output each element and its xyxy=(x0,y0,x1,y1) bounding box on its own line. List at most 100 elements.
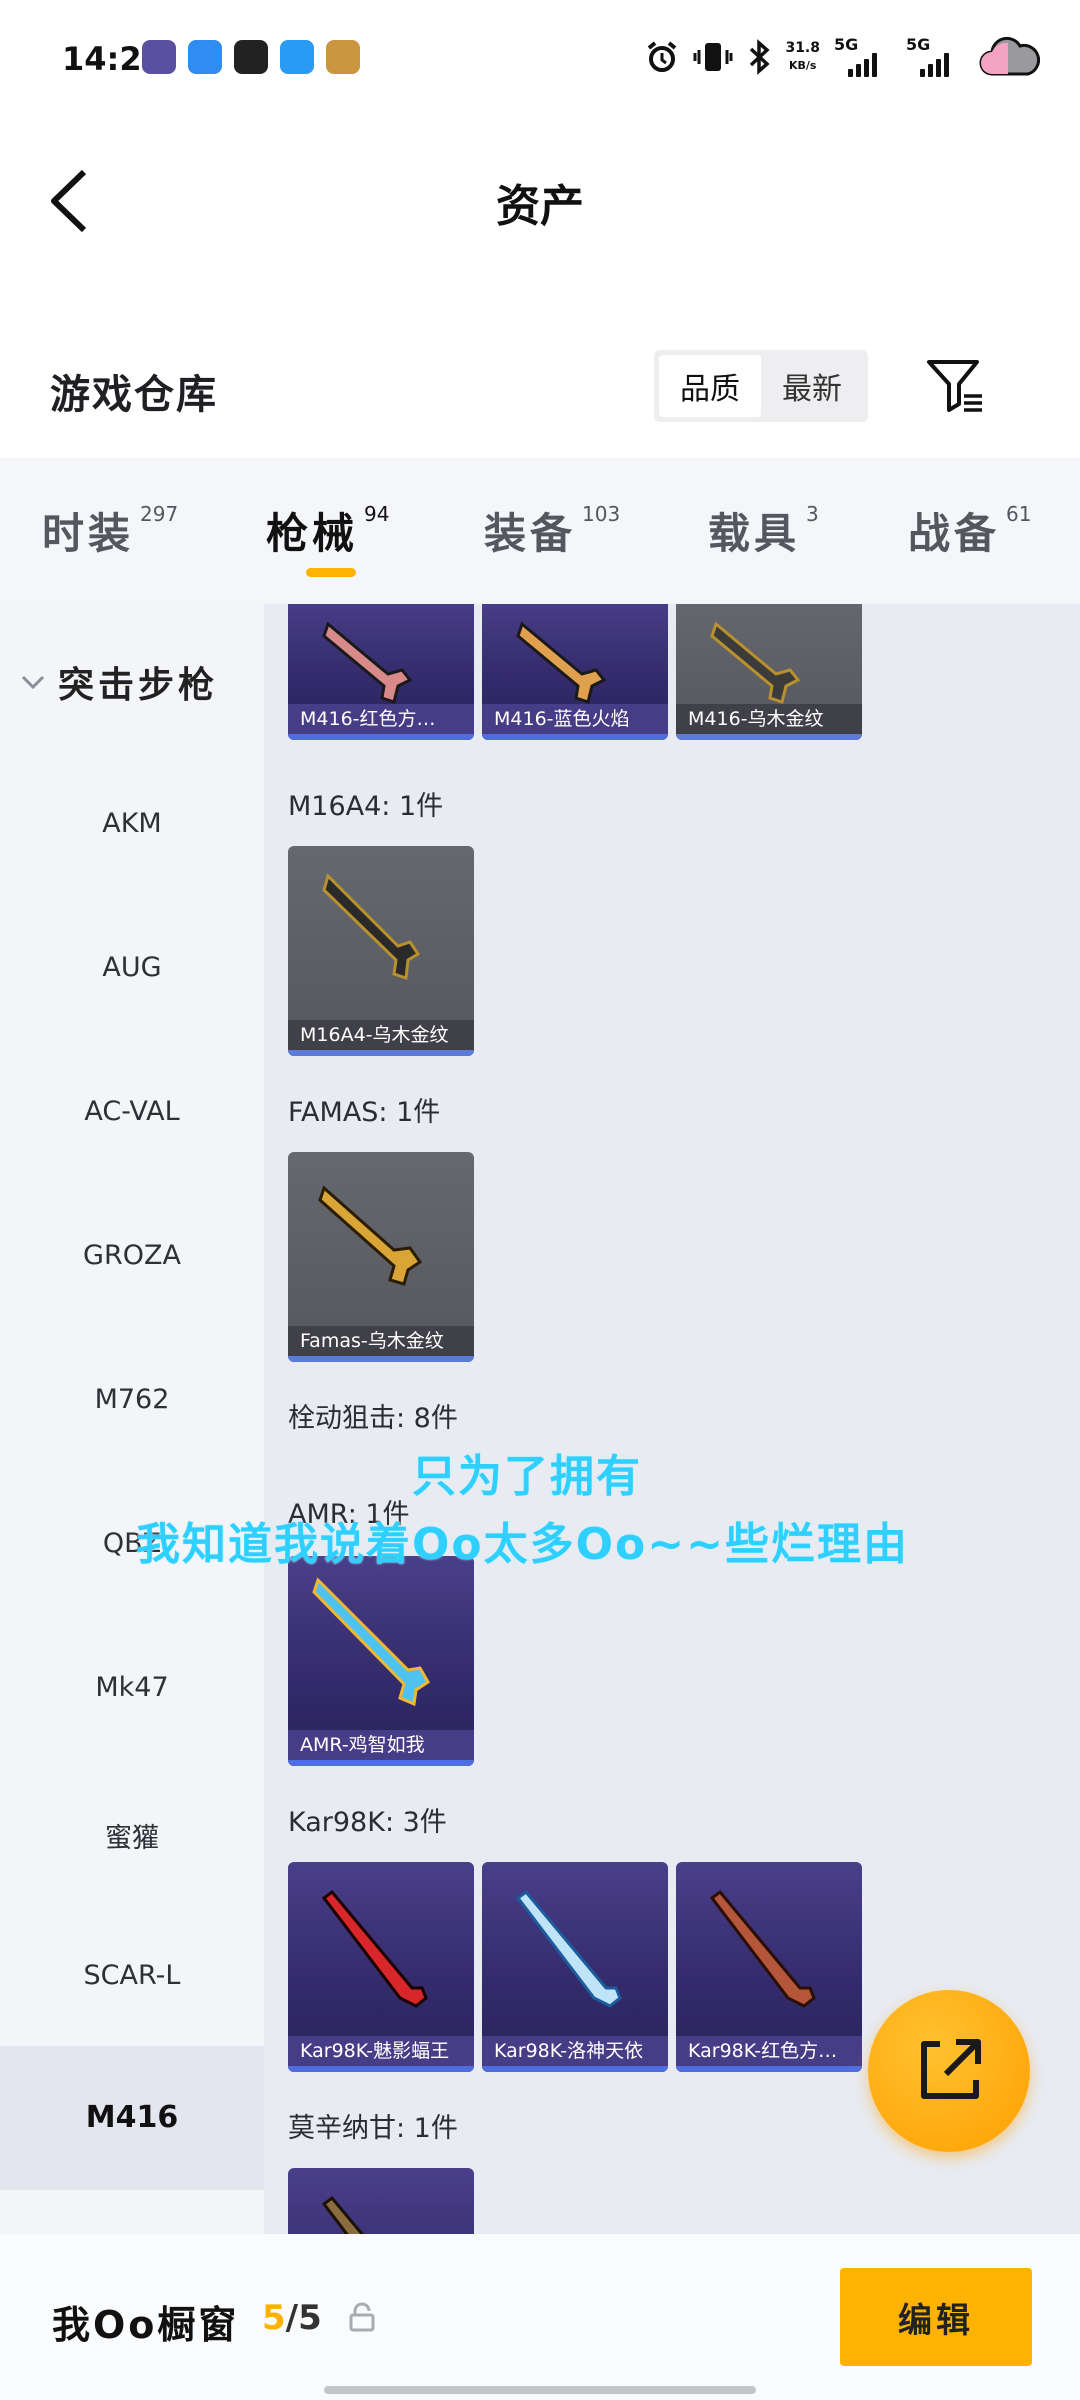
browser-app-icon xyxy=(280,40,314,74)
rarity-bar xyxy=(288,1356,474,1362)
rarity-bar xyxy=(482,734,668,740)
rifle-skin-image xyxy=(322,873,421,981)
chat-app-icon xyxy=(188,40,222,74)
category-item-scar-l[interactable]: SCAR-L xyxy=(0,1960,264,1991)
skin-card[interactable]: M416-红色方… xyxy=(288,604,474,740)
tab-label: 枪械 xyxy=(266,509,359,558)
edit-button[interactable]: 编辑 xyxy=(840,2268,1032,2366)
sniper-skin-image xyxy=(321,2195,364,2234)
tab-vehicles[interactable]: 载具 3 xyxy=(708,500,819,561)
skin-card[interactable] xyxy=(288,2168,474,2234)
rarity-bar xyxy=(288,2066,474,2072)
sniper-skin-image xyxy=(312,1577,430,1707)
category-group-label: 突击步枪 xyxy=(58,665,219,706)
vibrate-icon xyxy=(693,43,733,71)
weapon-category-list: 突击步枪 AKM AUG AC-VAL GROZA M762 QBZ Mk47 … xyxy=(0,604,264,2234)
category-item-groza[interactable]: GROZA xyxy=(0,1240,264,1271)
share-icon xyxy=(921,2039,981,2099)
showcase-label: 我Oo橱窗 xyxy=(52,2303,240,2347)
sim2-label: 5G xyxy=(906,35,931,54)
category-item-honey-badger[interactable]: 蜜獾 xyxy=(0,1816,264,1855)
battery-cloud-icon xyxy=(979,36,1040,76)
tab-count: 103 xyxy=(582,502,621,526)
skin-card-caption: M416-红色方… xyxy=(288,704,474,734)
skin-card-caption: Famas-乌木金纹 xyxy=(288,1326,474,1356)
bluetooth-icon xyxy=(750,39,771,75)
share-button[interactable] xyxy=(868,1990,1030,2152)
category-tabs: 时装 297 枪械 94 装备 103 载具 3 战备 61 xyxy=(0,458,1080,604)
rarity-bar xyxy=(288,1760,474,1766)
skin-card[interactable]: Famas-乌木金纹 xyxy=(288,1152,474,1362)
category-item-akm[interactable]: AKM xyxy=(0,808,264,839)
tab-war-supplies[interactable]: 战备 61 xyxy=(908,500,1031,561)
sim1-label: 5G xyxy=(834,35,859,54)
category-group-assault-rifles[interactable]: 突击步枪 xyxy=(20,656,218,708)
weapon-group-label: 莫辛纳甘: 1件 xyxy=(288,2113,458,2144)
skin-card-caption: Kar98K-魅影蝠王 xyxy=(288,2036,474,2066)
signal-sim2-icon: 5G xyxy=(906,35,964,77)
network-speed-value: 31.8 xyxy=(785,40,820,56)
category-item-mk47[interactable]: Mk47 xyxy=(0,1672,264,1703)
tab-label: 战备 xyxy=(908,509,1001,558)
sort-option-quality[interactable]: 品质 xyxy=(659,355,761,417)
page-title: 资产 xyxy=(496,181,584,232)
skin-card[interactable]: M16A4-乌木金纹 xyxy=(288,846,474,1056)
category-item-m416[interactable]: M416 xyxy=(0,2046,264,2190)
section-title: 游戏仓库 xyxy=(50,372,218,418)
skin-card[interactable]: M416-乌木金纹 xyxy=(676,604,862,740)
sniper-skin-image xyxy=(709,1889,816,2008)
news-app-icon xyxy=(234,40,268,74)
game-app-icon xyxy=(326,40,360,74)
tab-label: 时装 xyxy=(42,509,135,558)
skin-card-caption: Kar98K-洛神天依 xyxy=(482,2036,668,2066)
skin-card-caption: M16A4-乌木金纹 xyxy=(288,1020,474,1050)
rarity-bar xyxy=(676,2066,862,2072)
skin-card[interactable]: Kar98K-魅影蝠王 xyxy=(288,1862,474,2072)
weapon-group-label: M16A4: 1件 xyxy=(288,791,444,822)
rarity-bar xyxy=(288,734,474,740)
network-speed-unit: KB/s xyxy=(788,59,817,72)
notification-icons xyxy=(142,40,360,74)
rarity-bar xyxy=(288,1050,474,1056)
home-indicator[interactable] xyxy=(324,2386,756,2394)
tab-count: 297 xyxy=(140,502,179,526)
skin-card[interactable]: Kar98K-洛神天依 xyxy=(482,1862,668,2072)
lyric-overlay-line1: 只为了拥有 xyxy=(412,1451,642,1502)
lyric-overlay-line2: 我知道我说着Oo太多Oo~~些烂理由 xyxy=(136,1519,909,1570)
showcase-bar: 我Oo橱窗 5/5 编辑 xyxy=(0,2234,1080,2400)
tab-label: 载具 xyxy=(708,509,801,558)
tab-count: 3 xyxy=(806,502,819,526)
chevron-down-icon xyxy=(21,675,45,690)
sort-option-newest[interactable]: 最新 xyxy=(761,355,863,417)
skin-card-caption: M416-乌木金纹 xyxy=(676,704,862,734)
skin-card[interactable]: AMR-鸡智如我 xyxy=(288,1556,474,1766)
sniper-skin-image xyxy=(321,1889,428,2008)
weapon-group-label: Kar98K: 3件 xyxy=(288,1807,447,1838)
skin-card[interactable]: M416-蓝色火焰 xyxy=(482,604,668,740)
tab-firearms[interactable]: 枪械 94 xyxy=(266,500,389,561)
sort-toggle: 品质 最新 xyxy=(654,350,868,422)
status-indicators: 31.8 KB/s 5G 5G xyxy=(645,34,1040,80)
tab-equipment[interactable]: 装备 103 xyxy=(484,500,620,561)
category-item-ac-val[interactable]: AC-VAL xyxy=(0,1096,264,1127)
rifle-skin-image xyxy=(318,1185,423,1286)
tab-fashion[interactable]: 时装 297 xyxy=(42,500,178,561)
status-bar: 14:20 31.8 KB/s 5G 5G xyxy=(0,0,1080,120)
showcase-total: /5 xyxy=(285,2298,322,2338)
tab-count: 61 xyxy=(1006,502,1032,526)
lock-icon xyxy=(349,2302,375,2332)
skin-card-caption: AMR-鸡智如我 xyxy=(288,1730,474,1760)
showcase-count: 5/5 xyxy=(262,2298,322,2338)
alarm-icon xyxy=(648,41,677,72)
app-k-icon xyxy=(142,40,176,74)
category-item-m762[interactable]: M762 xyxy=(0,1384,264,1415)
sniper-skin-image xyxy=(515,1889,622,2008)
showcase-used: 5 xyxy=(262,2298,286,2338)
filter-icon[interactable] xyxy=(926,358,986,416)
skin-card[interactable]: Kar98K-红色方… xyxy=(676,1862,862,2072)
category-item-aug[interactable]: AUG xyxy=(0,952,264,983)
signal-sim1-icon: 5G xyxy=(834,35,892,77)
network-speed: 31.8 KB/s xyxy=(785,40,820,74)
active-tab-indicator xyxy=(306,568,356,577)
rarity-bar xyxy=(482,2066,668,2072)
